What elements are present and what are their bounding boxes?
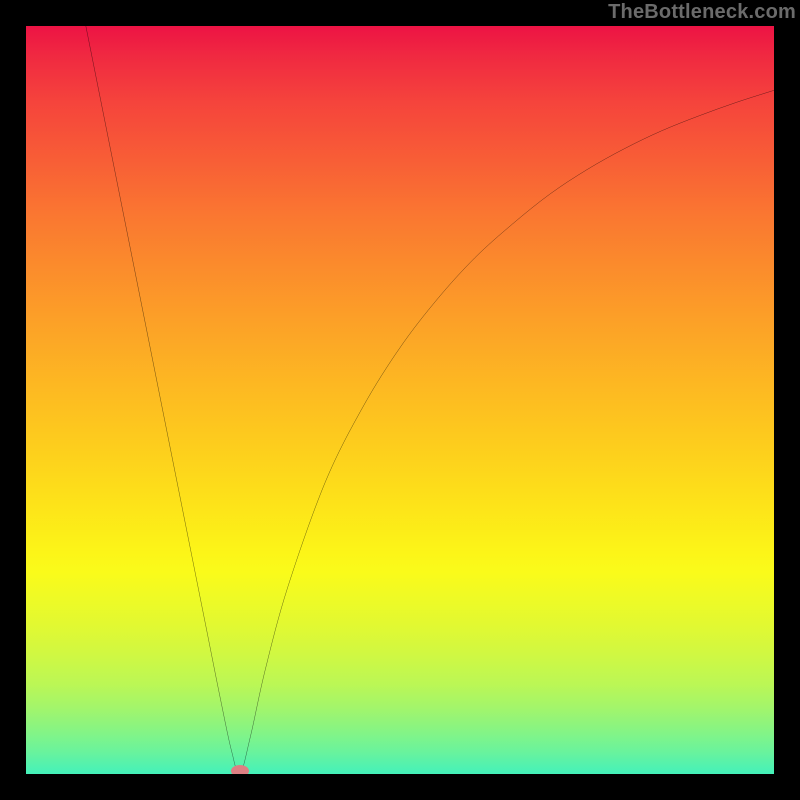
plot-area [24,24,776,776]
watermark-text: TheBottleneck.com [608,1,796,24]
min-marker [231,765,249,776]
bottleneck-curve [26,26,774,774]
figure-stage: TheBottleneck.com [0,0,800,800]
